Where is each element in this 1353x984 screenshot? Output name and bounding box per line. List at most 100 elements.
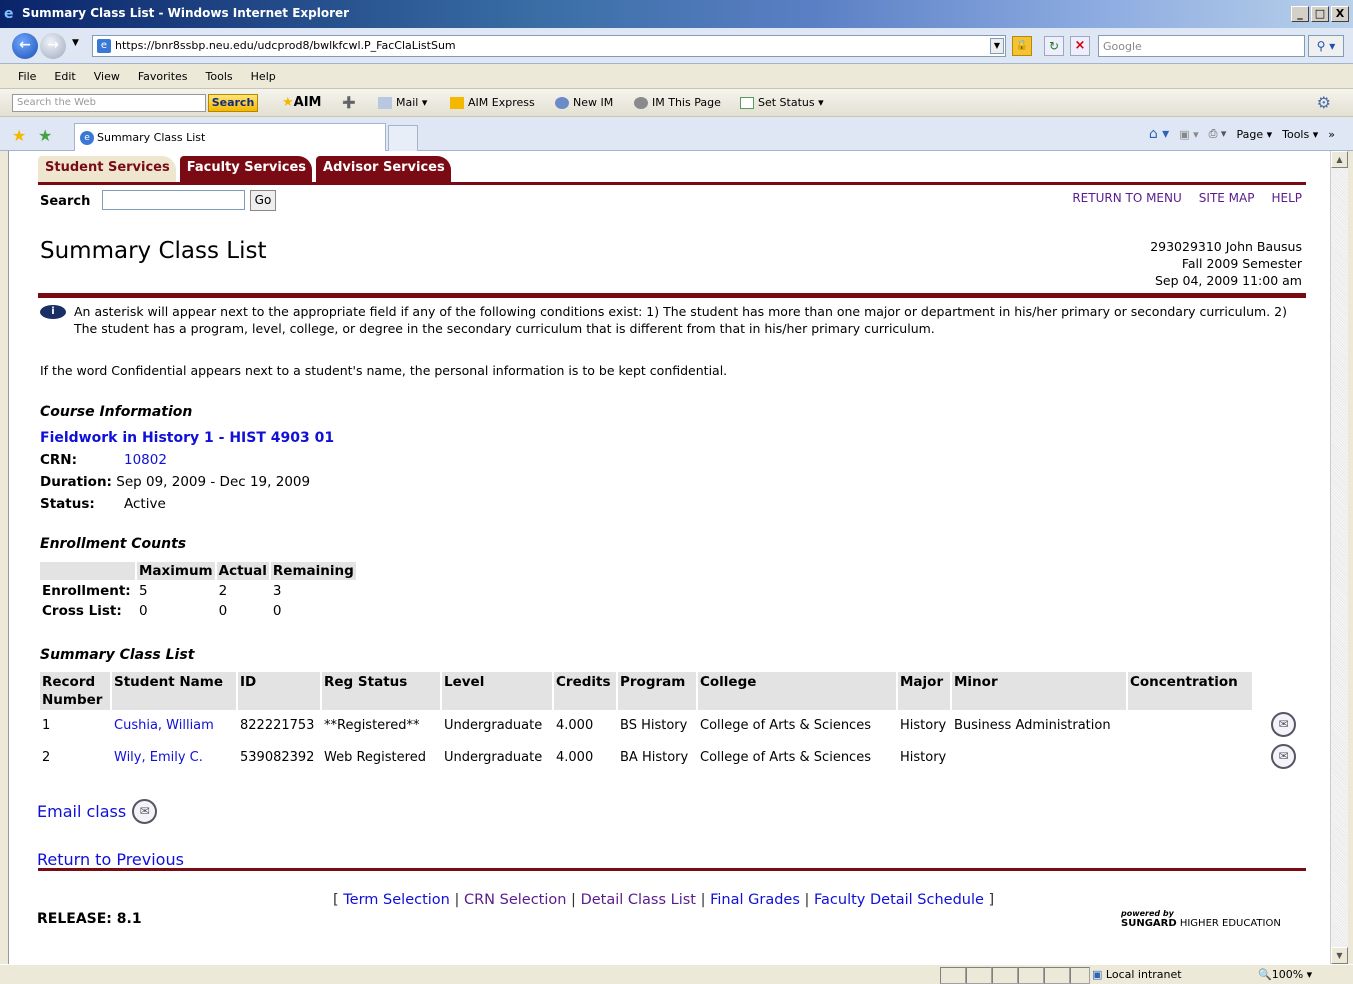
page-menu[interactable]: Page ▾ (1236, 128, 1272, 141)
search-input[interactable] (102, 190, 245, 210)
summary-header-row: Record Number Student Name ID Reg Status… (40, 672, 1298, 710)
address-dropdown-icon[interactable]: ▼ (990, 38, 1004, 54)
feeds-icon[interactable]: ▣ ▾ (1179, 128, 1198, 141)
scroll-down-icon[interactable]: ▼ (1331, 947, 1348, 964)
brand-suffix: HIGHER EDUCATION (1179, 918, 1281, 929)
chevron-right-icon[interactable]: » (1328, 128, 1335, 141)
site-map-link[interactable]: SITE MAP (1199, 191, 1255, 205)
set-status-button[interactable]: Set Status ▾ (740, 96, 824, 109)
new-im-button[interactable]: New IM (555, 96, 613, 109)
close-button[interactable]: X (1331, 6, 1349, 22)
status-icon (740, 97, 754, 109)
maximize-button[interactable]: □ (1311, 6, 1329, 22)
col-college: College (698, 672, 896, 710)
menu-tools[interactable]: Tools (206, 70, 233, 88)
footer-divider (38, 868, 1306, 871)
cell-concentration (1128, 712, 1252, 742)
detail-class-list-link[interactable]: Detail Class List (581, 892, 696, 908)
set-status-label: Set Status (758, 96, 815, 109)
menu-file[interactable]: File (18, 70, 36, 88)
google-search-input[interactable]: Google (1098, 35, 1305, 57)
ie-logo-icon: e (4, 6, 14, 22)
tab-title: Summary Class List (97, 131, 206, 144)
tab-summary-class-list[interactable]: e Summary Class List (74, 123, 386, 151)
col-record-number: Record Number (40, 672, 110, 710)
col-level: Level (442, 672, 552, 710)
student-name-link[interactable]: Cushia, William (112, 712, 236, 742)
favorites-star-icon[interactable]: ★ (12, 126, 26, 145)
col-id: ID (238, 672, 320, 710)
zoom-control[interactable]: 🔍100% ▾ (1258, 968, 1312, 981)
term-selection-link[interactable]: Term Selection (343, 892, 450, 908)
aim-mail-button[interactable]: Mail ▾ (378, 96, 427, 109)
student-name-link[interactable]: Wily, Emily C. (112, 744, 236, 774)
menu-edit[interactable]: Edit (54, 70, 75, 88)
info-message: An asterisk will appear next to the appr… (74, 304, 1287, 336)
stop-icon[interactable]: × (1070, 36, 1090, 56)
crn-selection-link[interactable]: CRN Selection (464, 892, 566, 908)
aim-express-button[interactable]: AIM Express (450, 96, 535, 109)
cell-id: 539082392 (240, 750, 315, 765)
enrollment-actual: 2 (218, 583, 228, 599)
status-cell (992, 967, 1018, 984)
print-icon[interactable]: ⎙ ▾ (1209, 127, 1227, 141)
add-favorite-icon[interactable]: ★ (38, 126, 52, 145)
tab-faculty-services[interactable]: Faculty Services (179, 156, 313, 183)
menu-bar: File Edit View Favorites Tools Help (0, 65, 1353, 89)
crn-value[interactable]: 10802 (124, 452, 167, 468)
service-tabs: Student Services Faculty Services Adviso… (38, 156, 451, 183)
page-menu-label: Page (1236, 127, 1264, 141)
table-row: 1 Cushia, William 822221753 **Registered… (40, 712, 1298, 742)
course-info-heading: Course Information (40, 404, 193, 420)
email-class-link[interactable]: Email class ✉ (37, 799, 158, 824)
aim-search-input[interactable]: Search the Web (12, 94, 206, 112)
footer-links: [ Term Selection | CRN Selection | Detai… (333, 892, 995, 908)
go-button[interactable]: Go (250, 190, 276, 211)
help-link[interactable]: HELP (1271, 191, 1302, 205)
menu-help[interactable]: Help (251, 70, 276, 88)
status-cell (1018, 967, 1044, 984)
summary-table: Record Number Student Name ID Reg Status… (38, 670, 1300, 776)
aim-add-icon[interactable]: ➕ (342, 96, 356, 109)
back-arrow-icon[interactable]: ← (12, 33, 38, 59)
forward-arrow-icon[interactable]: → (40, 33, 66, 59)
history-dropdown-icon[interactable]: ▼ (72, 38, 79, 48)
email-student-icon[interactable]: ✉ (1271, 712, 1296, 737)
aim-logo[interactable]: ★AIM (282, 95, 322, 110)
crosslist-actual: 0 (218, 603, 228, 619)
status-cell (966, 967, 992, 984)
email-class-label: Email class (37, 802, 127, 821)
tools-menu[interactable]: Tools ▾ (1282, 128, 1318, 141)
cell-id: 822221753 (240, 718, 315, 733)
security-zone[interactable]: ▣ Local intranet (1092, 968, 1182, 981)
aim-search-button[interactable]: Search (208, 94, 258, 112)
search-icon[interactable]: ⚲ ▾ (1308, 35, 1344, 57)
course-link[interactable]: Fieldwork in History 1 - HIST 4903 01 (40, 430, 334, 446)
home-icon[interactable]: ⌂ ▾ (1149, 126, 1169, 142)
lock-icon[interactable]: 🔒 (1012, 36, 1032, 56)
address-input[interactable]: e https://bnr8ssbp.neu.edu/udcprod8/bwlk… (92, 35, 1006, 57)
refresh-icon[interactable]: ↻ (1044, 36, 1064, 56)
tab-advisor-services[interactable]: Advisor Services (316, 156, 451, 183)
minimize-button[interactable]: _ (1291, 6, 1309, 22)
vertical-scrollbar[interactable]: ▲ ▼ (1330, 151, 1348, 964)
crosslist-row: Cross List: 0 0 0 (40, 602, 356, 620)
return-to-menu-link[interactable]: RETURN TO MENU (1072, 191, 1181, 205)
enrollment-remaining: 3 (272, 583, 282, 599)
cell-record: 1 (42, 718, 51, 733)
col-concentration: Concentration (1128, 672, 1252, 710)
faculty-detail-schedule-link[interactable]: Faculty Detail Schedule (814, 892, 984, 908)
menu-view[interactable]: View (94, 70, 120, 88)
menu-favorites[interactable]: Favorites (138, 70, 188, 88)
new-tab-button[interactable] (388, 125, 418, 151)
col-student-name: Student Name (112, 672, 236, 710)
final-grades-link[interactable]: Final Grades (710, 892, 800, 908)
email-student-icon[interactable]: ✉ (1271, 744, 1296, 769)
im-this-page-button[interactable]: IM This Page (634, 96, 721, 109)
return-to-previous-link[interactable]: Return to Previous (37, 850, 184, 869)
user-id-name: 293029310 John Bausus (1150, 239, 1302, 254)
tab-student-services[interactable]: Student Services (38, 156, 176, 183)
gear-icon[interactable]: ⚙ (1317, 93, 1331, 112)
scroll-up-icon[interactable]: ▲ (1331, 151, 1348, 168)
col-email (1254, 672, 1298, 710)
